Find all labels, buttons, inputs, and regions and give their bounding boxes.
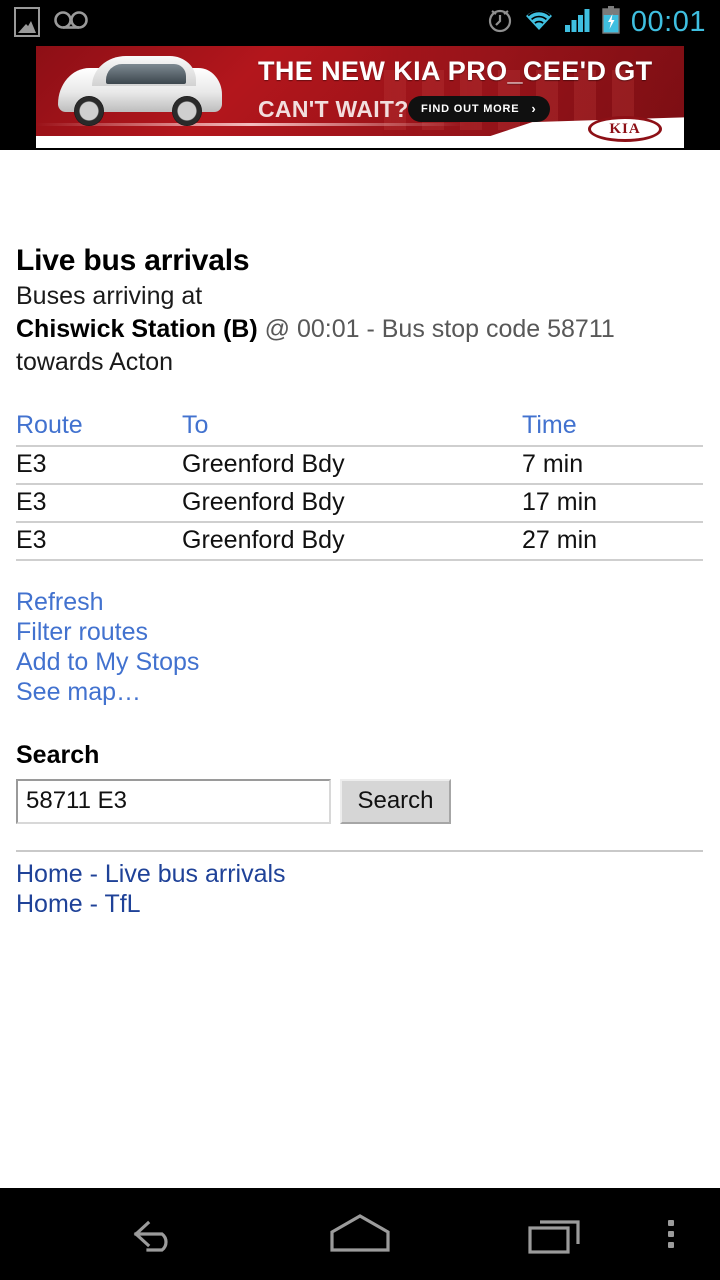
ad-white-base (36, 136, 684, 148)
search-row: Search (16, 778, 704, 824)
add-to-my-stops-link[interactable]: Add to My Stops (16, 647, 704, 677)
phone-screen: 00:01 THE NEW KIA PRO_CEE'D GT CAN'T WAI… (0, 0, 720, 1280)
column-header-to[interactable]: To (182, 410, 522, 447)
cell-time: 17 min (522, 483, 703, 523)
filter-routes-link[interactable]: Filter routes (16, 617, 704, 647)
android-nav-bar (0, 1188, 720, 1280)
ad-subhead: CAN'T WAIT? (258, 96, 409, 122)
kia-ad-banner[interactable]: THE NEW KIA PRO_CEE'D GT CAN'T WAIT? FIN… (36, 46, 684, 148)
refresh-link[interactable]: Refresh (16, 587, 704, 617)
table-row: E3 Greenford Bdy 27 min (16, 521, 703, 561)
cell-route: E3 (16, 483, 182, 523)
stop-direction: towards Acton (16, 347, 174, 376)
overflow-menu-icon[interactable] (668, 1220, 674, 1248)
arrivals-description-prefix: Buses arriving at (16, 281, 203, 310)
cell-to: Greenford Bdy (182, 483, 522, 523)
kia-logo: KIA (588, 116, 662, 142)
footer-link-home-live-bus-arrivals[interactable]: Home - Live bus arrivals (16, 859, 704, 889)
voicemail-icon (54, 10, 88, 35)
column-header-route[interactable]: Route (16, 410, 182, 447)
cell-to: Greenford Bdy (182, 521, 522, 561)
cell-route: E3 (16, 521, 182, 561)
cell-time: 7 min (522, 445, 703, 485)
chevron-right-icon: › (531, 101, 537, 116)
footer-links: Home - Live bus arrivals Home - TfL (0, 859, 720, 919)
status-bar-clock: 00:01 (630, 5, 706, 38)
search-section: Search Search (0, 741, 720, 824)
recents-icon[interactable] (524, 1210, 590, 1258)
cell-time: 27 min (522, 521, 703, 561)
battery-charging-icon (602, 5, 620, 39)
table-row: E3 Greenford Bdy 7 min (16, 445, 703, 485)
table-header-row: Route To Time (16, 410, 703, 447)
column-header-time[interactable]: Time (522, 410, 703, 447)
status-bar-right-icons: 00:01 (487, 5, 720, 39)
stop-name: Chiswick Station (B) (16, 314, 258, 343)
footer-link-home-tfl[interactable]: Home - TfL (16, 889, 704, 919)
wifi-icon (524, 8, 554, 37)
arrivals-table: Route To Time E3 Greenford Bdy 7 min E3 … (16, 410, 703, 561)
cell-route: E3 (16, 445, 182, 485)
see-map-link[interactable]: See map… (16, 677, 704, 707)
search-input[interactable] (16, 778, 331, 824)
home-icon[interactable] (324, 1210, 396, 1258)
ad-find-out-more-button[interactable]: FIND OUT MORE › (408, 96, 550, 122)
ad-car-illustration (50, 54, 230, 128)
status-bar: 00:01 (0, 0, 720, 44)
cell-to: Greenford Bdy (182, 445, 522, 485)
page-content: Live bus arrivals Buses arriving at Chis… (0, 150, 720, 919)
footer-divider (16, 849, 703, 852)
table-row: E3 Greenford Bdy 17 min (16, 483, 703, 523)
ad-cta-label: FIND OUT MORE (421, 102, 520, 115)
search-button[interactable]: Search (340, 778, 451, 824)
back-icon[interactable] (124, 1212, 178, 1256)
screenshot-image-icon (14, 7, 40, 37)
alarm-icon (487, 6, 513, 39)
action-links: Refresh Filter routes Add to My Stops Se… (0, 587, 720, 707)
arrivals-description: Buses arriving at Chiswick Station (B) @… (16, 280, 704, 379)
search-heading: Search (16, 740, 100, 769)
signal-icon (564, 8, 591, 37)
stop-meta: @ 00:01 - Bus stop code 58711 (257, 314, 615, 343)
status-bar-left-icons (0, 7, 88, 37)
page-title: Live bus arrivals (16, 244, 250, 277)
ad-headline: THE NEW KIA PRO_CEE'D GT (258, 56, 653, 86)
